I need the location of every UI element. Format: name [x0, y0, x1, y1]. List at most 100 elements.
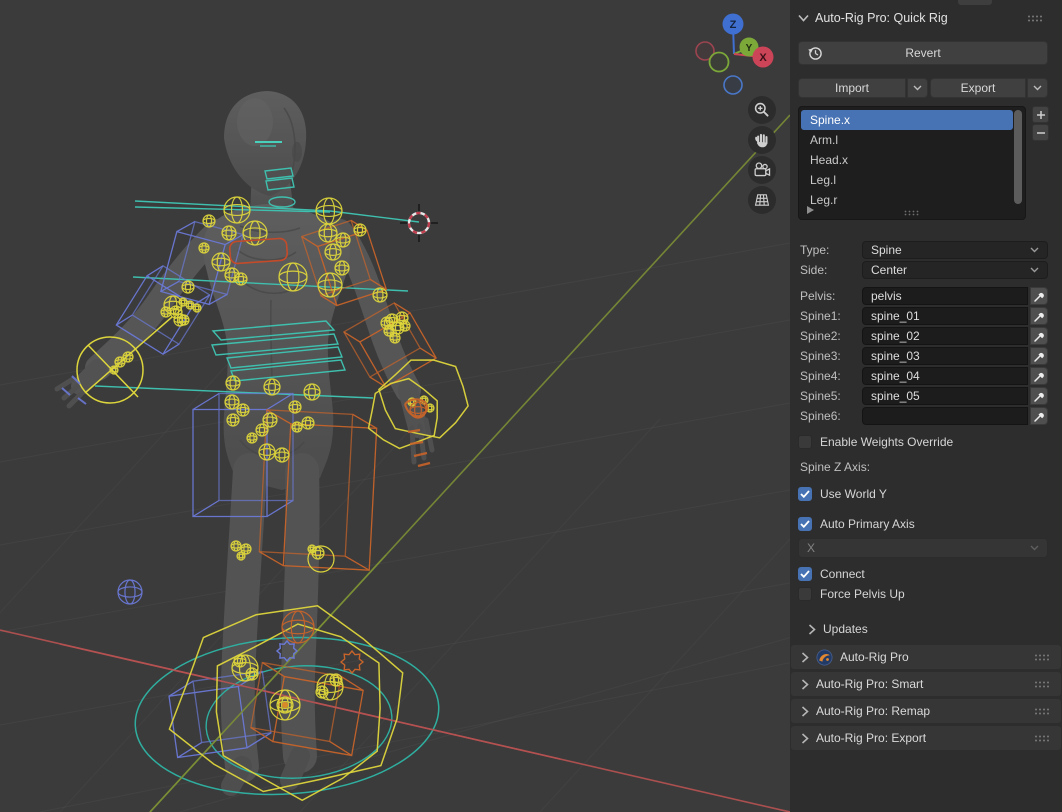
- checkbox-connect[interactable]: Connect: [798, 566, 865, 582]
- import-button[interactable]: Import: [798, 78, 906, 98]
- panel-grip-icon[interactable]: [1034, 707, 1051, 716]
- chevron-right-icon: [801, 705, 809, 717]
- checkbox-label: Force Pelvis Up: [820, 587, 905, 601]
- eyedropper-button[interactable]: [1030, 307, 1048, 325]
- checkbox-label: Enable Weights Override: [820, 435, 954, 449]
- bone-label: Spine3:: [800, 349, 841, 363]
- eyedropper-button[interactable]: [1030, 347, 1048, 365]
- checkbox-use-world-y[interactable]: Use World Y: [798, 486, 887, 502]
- panel-label: Auto-Rig Pro: Smart: [816, 677, 924, 691]
- perspective-grid-icon[interactable]: [748, 186, 776, 214]
- panel-grip-icon[interactable]: [1034, 653, 1051, 662]
- checkbox-box[interactable]: [798, 487, 812, 501]
- bone-name-field[interactable]: spine_04: [862, 367, 1028, 385]
- panel-grip-icon[interactable]: [1034, 680, 1051, 689]
- chevron-down-icon: [798, 14, 809, 22]
- auto-rig-pro-logo-icon: [816, 649, 833, 665]
- export-button[interactable]: Export: [930, 78, 1026, 98]
- chevron-right-icon: [801, 651, 809, 663]
- gizmo-minus-y[interactable]: [708, 51, 730, 73]
- panel-title: Auto-Rig Pro: Quick Rig: [815, 11, 948, 25]
- bone-name-field[interactable]: spine_02: [862, 327, 1028, 345]
- export-dropdown-button[interactable]: [1027, 78, 1048, 98]
- revert-button[interactable]: Revert: [798, 41, 1048, 65]
- viewport-3d[interactable]: Z Y X: [0, 0, 790, 812]
- gizmo-z-axis[interactable]: Z: [722, 13, 744, 35]
- list-item[interactable]: Leg.r: [801, 190, 1013, 210]
- blender-window: Z Y X Auto-Rig Pro: Quick Rig Revert Imp…: [0, 0, 1062, 812]
- chevron-down-icon: [913, 85, 922, 91]
- gizmo-minus-z[interactable]: [723, 75, 743, 95]
- eyedropper-button[interactable]: [1030, 327, 1048, 345]
- zoom-in-icon[interactable]: [748, 96, 776, 124]
- eyedropper-icon: [1033, 312, 1044, 322]
- spine-z-axis-label: Spine Z Axis:: [800, 460, 871, 474]
- list-add-button[interactable]: [1032, 106, 1049, 123]
- checkbox-auto-primary-axis[interactable]: Auto Primary Axis: [798, 516, 915, 532]
- list-item[interactable]: Spine.x: [801, 110, 1013, 130]
- checkbox-box[interactable]: [798, 567, 812, 581]
- chevron-right-icon: [801, 732, 809, 744]
- side-dropdown[interactable]: Center: [862, 261, 1048, 279]
- list-item[interactable]: Arm.l: [801, 130, 1013, 150]
- chevron-right-icon: [808, 623, 816, 635]
- checkbox-box[interactable]: [798, 517, 812, 531]
- checkbox-box[interactable]: [798, 435, 812, 449]
- bone-label: Spine6:: [800, 409, 841, 423]
- panel-top-tab[interactable]: [958, 0, 992, 5]
- plus-icon: [1036, 110, 1045, 119]
- panel-header-auto-rig-pro-remap[interactable]: Auto-Rig Pro: Remap: [791, 699, 1061, 723]
- bone-name-field[interactable]: spine_05: [862, 387, 1028, 405]
- chevron-down-icon: [1030, 247, 1039, 253]
- import-dropdown-button[interactable]: [907, 78, 928, 98]
- list-resize-grip-icon[interactable]: [904, 210, 921, 216]
- scene-canvas[interactable]: [0, 0, 790, 812]
- list-scrollbar[interactable]: [1014, 110, 1022, 204]
- checkbox-enable-weights-override[interactable]: Enable Weights Override: [798, 434, 953, 450]
- revert-label: Revert: [905, 46, 941, 60]
- panel-header-auto-rig-pro-smart[interactable]: Auto-Rig Pro: Smart: [791, 672, 1061, 696]
- type-value: Spine: [871, 243, 902, 257]
- panel-label: Auto-Rig Pro: Export: [816, 731, 927, 745]
- checkbox-box[interactable]: [798, 587, 812, 601]
- navigation-gizmo[interactable]: Z Y X: [692, 8, 787, 103]
- chevron-down-icon: [1030, 267, 1039, 273]
- panel-grip-icon[interactable]: [1034, 734, 1051, 743]
- bone-label: Spine5:: [800, 389, 841, 403]
- eyedropper-button[interactable]: [1030, 287, 1048, 305]
- panel-header-auto-rig-pro[interactable]: Auto-Rig Pro: [791, 645, 1061, 669]
- eyedropper-button[interactable]: [1030, 387, 1048, 405]
- checkbox-force-pelvis-up[interactable]: Force Pelvis Up: [798, 586, 905, 602]
- eyedropper-icon: [1033, 412, 1044, 422]
- bone-name-field[interactable]: spine_01: [862, 307, 1028, 325]
- chevron-down-icon: [1033, 85, 1042, 91]
- camera-icon[interactable]: [748, 156, 776, 184]
- list-item[interactable]: Head.x: [801, 150, 1013, 170]
- panel-header-quick-rig[interactable]: Auto-Rig Pro: Quick Rig: [798, 8, 1054, 28]
- bone-label: Spine1:: [800, 309, 841, 323]
- eyedropper-button[interactable]: [1030, 367, 1048, 385]
- updates-subpanel-header[interactable]: Updates: [808, 621, 868, 637]
- gizmo-x-axis[interactable]: X: [752, 46, 774, 68]
- list-item[interactable]: Leg.l: [801, 170, 1013, 190]
- primary-axis-dropdown[interactable]: X: [798, 538, 1048, 558]
- pan-hand-icon[interactable]: [748, 126, 776, 154]
- panel-label: Auto-Rig Pro: Remap: [816, 704, 931, 718]
- panel-grip-icon[interactable]: [1027, 14, 1044, 23]
- eyedropper-icon: [1033, 292, 1044, 302]
- bone-name-field[interactable]: [862, 407, 1028, 425]
- eyedropper-icon: [1033, 372, 1044, 382]
- checkbox-label: Auto Primary Axis: [820, 517, 915, 531]
- list-remove-button[interactable]: [1032, 124, 1049, 141]
- bone-name-field[interactable]: spine_03: [862, 347, 1028, 365]
- checkbox-label: Use World Y: [820, 487, 887, 501]
- type-dropdown[interactable]: Spine: [862, 241, 1048, 259]
- eyedropper-icon: [1033, 332, 1044, 342]
- primary-axis-value: X: [807, 541, 816, 555]
- svg-text:Y: Y: [746, 43, 753, 54]
- panel-header-auto-rig-pro-export[interactable]: Auto-Rig Pro: Export: [791, 726, 1061, 750]
- export-label: Export: [960, 81, 996, 95]
- eyedropper-button[interactable]: [1030, 407, 1048, 425]
- bone-name-field[interactable]: pelvis: [862, 287, 1028, 305]
- list-expand-handle[interactable]: [807, 206, 814, 214]
